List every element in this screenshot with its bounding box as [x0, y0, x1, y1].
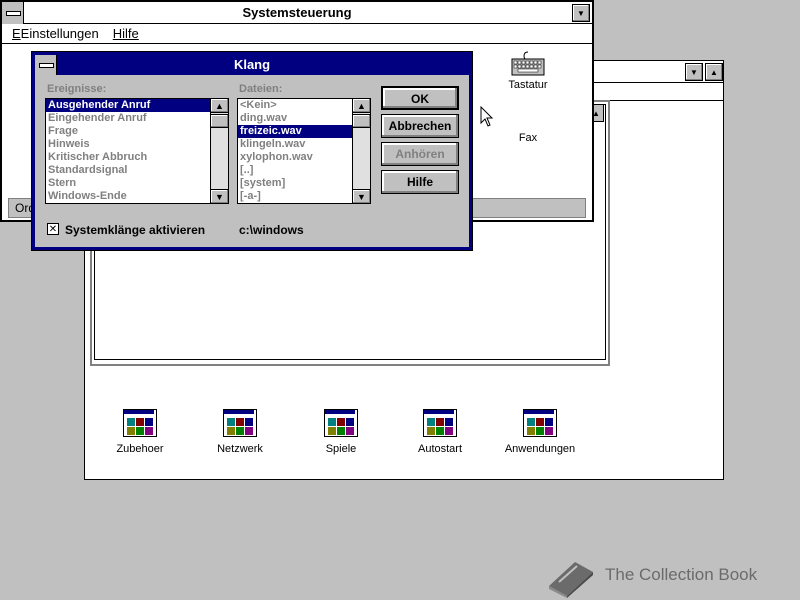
- group-icon-zubehoer[interactable]: Zubehoer: [95, 409, 185, 455]
- sound-dialog-title: Klang: [35, 55, 469, 75]
- menu-einstellungen[interactable]: EEinstellungen: [12, 26, 99, 41]
- menu-hilfe[interactable]: Hilfe: [113, 26, 139, 41]
- scroll-down-arrow-icon[interactable]: ▼: [353, 189, 370, 203]
- help-button[interactable]: Hilfe: [381, 170, 459, 194]
- program-group-icon: [123, 409, 157, 437]
- group-label: Anwendungen: [504, 443, 576, 455]
- fax-label: Fax: [518, 132, 538, 144]
- ok-button[interactable]: OK: [381, 86, 459, 110]
- watermark: The Collection Book: [545, 552, 800, 598]
- listen-button[interactable]: Anhören: [381, 142, 459, 166]
- group-icon-netzwerk[interactable]: Netzwerk: [195, 409, 285, 455]
- control-panel-title: Systemsteuerung: [2, 2, 592, 24]
- fax-applet[interactable]: Fax: [498, 132, 558, 144]
- watermark-text: The Collection Book: [605, 565, 758, 584]
- scroll-up-arrow-icon[interactable]: ▲: [353, 99, 370, 113]
- cancel-button[interactable]: Abbrechen: [381, 114, 459, 138]
- list-item[interactable]: freizeic.wav: [238, 125, 370, 138]
- group-icon-anwendungen[interactable]: Anwendungen: [495, 409, 585, 455]
- menu-einstellungen-label: Einstellungen: [20, 26, 99, 41]
- scroll-thumb[interactable]: [211, 114, 228, 128]
- list-item[interactable]: klingeln.wav: [238, 138, 370, 151]
- list-item[interactable]: Windows-Ende: [46, 190, 228, 203]
- scroll-down-arrow-icon[interactable]: ▼: [211, 189, 228, 203]
- list-item[interactable]: xylophon.wav: [238, 151, 370, 164]
- program-group-icon: [423, 409, 457, 437]
- program-group-icon: [223, 409, 257, 437]
- group-icon-autostart[interactable]: Autostart: [395, 409, 485, 455]
- events-label: Ereignisse:: [47, 83, 107, 95]
- menu-hilfe-label: Hilfe: [112, 26, 139, 41]
- events-listbox[interactable]: Ausgehender Anruf Eingehender Anruf Frag…: [45, 98, 229, 204]
- list-item[interactable]: Ausgehender Anruf: [46, 99, 228, 112]
- list-item[interactable]: [-a-]: [238, 190, 370, 203]
- list-item[interactable]: Frage: [46, 125, 228, 138]
- group-label: Spiele: [325, 443, 357, 455]
- control-panel-menubar: EEinstellungen Hilfe: [2, 24, 592, 44]
- events-scrollbar[interactable]: ▲ ▼: [210, 99, 228, 203]
- system-menu-icon[interactable]: [2, 2, 24, 24]
- list-item[interactable]: Eingehender Anruf: [46, 112, 228, 125]
- list-item[interactable]: ding.wav: [238, 112, 370, 125]
- files-listbox[interactable]: <Kein> ding.wav freizeic.wav klingeln.wa…: [237, 98, 371, 204]
- list-item[interactable]: Stern: [46, 177, 228, 190]
- files-label: Dateien:: [239, 83, 283, 95]
- enable-sounds-label: Systemklänge aktivieren: [65, 223, 206, 237]
- list-item[interactable]: [..]: [238, 164, 370, 177]
- group-label: Zubehoer: [116, 443, 164, 455]
- keyboard-applet[interactable]: Tastatur: [498, 50, 558, 91]
- group-label: Netzwerk: [217, 443, 263, 455]
- keyboard-label: Tastatur: [508, 79, 548, 91]
- list-item[interactable]: Kritischer Abbruch: [46, 151, 228, 164]
- enable-sounds-checkbox[interactable]: ✕: [47, 223, 59, 235]
- scroll-thumb[interactable]: [353, 114, 370, 128]
- list-item[interactable]: Standardsignal: [46, 164, 228, 177]
- scroll-up-arrow-icon[interactable]: ▲: [211, 99, 228, 113]
- minimize-icon[interactable]: ▼: [572, 4, 590, 22]
- sound-dialog: Klang Ereignisse: Ausgehender Anruf Eing…: [31, 51, 473, 251]
- list-item[interactable]: <Kein>: [238, 99, 370, 112]
- maximize-arrow-icon[interactable]: ▲: [705, 63, 723, 81]
- mouse-pointer-icon: [480, 106, 494, 127]
- group-icon-spiele[interactable]: Spiele: [296, 409, 386, 455]
- path-text: c:\windows: [239, 223, 304, 237]
- system-menu-icon[interactable]: [35, 55, 57, 75]
- files-scrollbar[interactable]: ▲ ▼: [352, 99, 370, 203]
- program-group-icon: [324, 409, 358, 437]
- dropdown-arrow-icon[interactable]: ▼: [685, 63, 703, 81]
- group-label: Autostart: [417, 443, 463, 455]
- keyboard-icon: [511, 51, 545, 76]
- program-group-icon: [523, 409, 557, 437]
- book-icon: [549, 562, 593, 598]
- list-item[interactable]: [system]: [238, 177, 370, 190]
- list-item[interactable]: Hinweis: [46, 138, 228, 151]
